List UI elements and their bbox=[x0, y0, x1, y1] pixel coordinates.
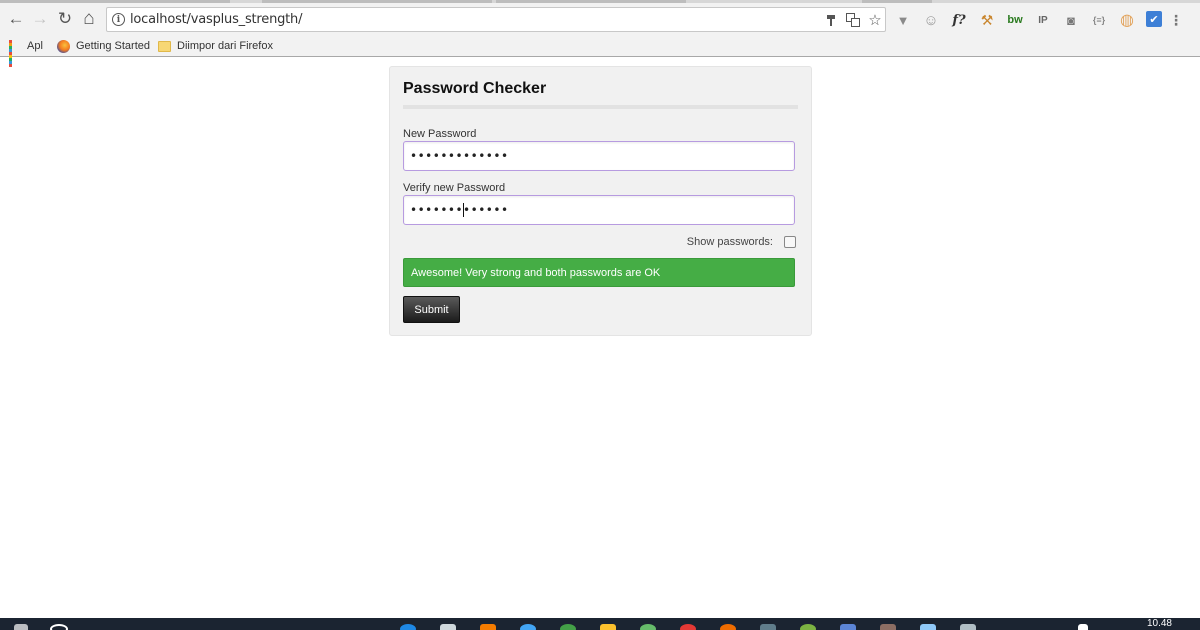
file-explorer-icon[interactable] bbox=[600, 624, 616, 630]
os-taskbar: 10.48 bbox=[0, 618, 1200, 630]
font-icon[interactable]: f? bbox=[950, 11, 968, 29]
app-gray-icon[interactable] bbox=[760, 624, 776, 630]
back-arrow-icon: ← bbox=[7, 9, 25, 28]
verify-password-field[interactable]: ••••••••••••• bbox=[403, 195, 795, 225]
start-icon[interactable] bbox=[14, 624, 28, 630]
new-password-value: ••••••••••••• bbox=[410, 149, 509, 163]
password-checker-panel: Password Checker New Password ••••••••••… bbox=[389, 66, 812, 336]
folder-icon bbox=[158, 40, 171, 52]
notification-icon[interactable] bbox=[1078, 624, 1088, 630]
bookmark-getting-started[interactable]: Getting Started bbox=[57, 38, 150, 54]
taskbar-clock[interactable]: 10.48 bbox=[1147, 618, 1172, 630]
verify-password-label: Verify new Password bbox=[403, 182, 506, 194]
back-button[interactable]: ← bbox=[5, 8, 27, 30]
bookmark-apps[interactable]: Apl bbox=[9, 38, 43, 67]
home-button[interactable]: ⌂ bbox=[78, 8, 100, 30]
submit-button[interactable]: Submit bbox=[403, 296, 460, 323]
menu-icon[interactable]: ⋮ bbox=[1169, 11, 1183, 29]
key-icon[interactable] bbox=[823, 12, 839, 28]
page-title: Password Checker bbox=[403, 80, 547, 97]
camera-icon[interactable]: ◙ bbox=[1062, 11, 1080, 29]
apps-grid-icon bbox=[9, 40, 21, 67]
hammer-icon[interactable]: ⚒ bbox=[978, 11, 996, 29]
edge-icon[interactable] bbox=[400, 624, 416, 630]
app-blue-icon[interactable] bbox=[520, 624, 536, 630]
app-whatsapp-icon[interactable] bbox=[640, 624, 656, 630]
star-icon[interactable]: ☆ bbox=[867, 12, 883, 29]
bookmark-folder-firefox[interactable]: Diimpor dari Firefox bbox=[158, 38, 273, 54]
browser-toolbar: ← → ↻ ⌂ i localhost/vasplus_strength/ ☆ … bbox=[0, 3, 1200, 35]
bookmark-label: Getting Started bbox=[76, 40, 150, 52]
show-passwords-label: Show passwords: bbox=[686, 236, 773, 248]
verify-password-value: ••••••••••••• bbox=[410, 203, 509, 217]
chrome-icon[interactable] bbox=[680, 624, 696, 630]
new-password-field[interactable]: ••••••••••••• bbox=[403, 141, 795, 171]
text-caret bbox=[463, 203, 464, 217]
app-window-icon[interactable] bbox=[960, 624, 976, 630]
url-text[interactable]: localhost/vasplus_strength/ bbox=[130, 12, 302, 27]
new-password-label: New Password bbox=[403, 128, 477, 140]
forward-button[interactable]: → bbox=[29, 8, 51, 30]
app-brown-icon[interactable] bbox=[880, 624, 896, 630]
app-blue-square-icon[interactable] bbox=[840, 624, 856, 630]
app-orange-icon[interactable] bbox=[480, 624, 496, 630]
smiley-icon[interactable]: ☺ bbox=[922, 11, 940, 29]
translate-icon[interactable] bbox=[845, 12, 861, 28]
vue-devtools-icon[interactable]: ▼ bbox=[894, 11, 912, 29]
address-bar[interactable]: i localhost/vasplus_strength/ ☆ bbox=[106, 7, 886, 32]
store-icon[interactable] bbox=[440, 624, 456, 630]
firefox-taskbar-icon[interactable] bbox=[720, 624, 736, 630]
bookmark-label: Apl bbox=[27, 40, 43, 52]
app-light-icon[interactable] bbox=[920, 624, 936, 630]
show-passwords-checkbox[interactable] bbox=[784, 236, 796, 248]
bookmark-label: Diimpor dari Firefox bbox=[177, 40, 273, 52]
json-icon[interactable]: {≡} bbox=[1090, 11, 1108, 29]
cookie-icon[interactable]: ◍ bbox=[1118, 11, 1136, 29]
reload-button[interactable]: ↻ bbox=[54, 8, 76, 30]
password-status-message: Awesome! Very strong and both passwords … bbox=[403, 258, 795, 287]
ip-icon[interactable]: IP bbox=[1034, 11, 1052, 29]
title-divider bbox=[403, 105, 798, 109]
app-lime-icon[interactable] bbox=[800, 624, 816, 630]
reload-icon: ↻ bbox=[57, 9, 73, 28]
home-icon: ⌂ bbox=[83, 8, 95, 29]
search-icon[interactable] bbox=[50, 624, 68, 630]
firefox-icon bbox=[57, 39, 70, 53]
site-info-icon[interactable]: i bbox=[112, 13, 125, 26]
bookmarks-bar: Apl Getting Started Diimpor dari Firefox bbox=[0, 35, 1200, 67]
forward-arrow-icon: → bbox=[31, 9, 49, 28]
check-extension-icon[interactable]: ✔ bbox=[1146, 11, 1162, 27]
app-green-icon[interactable] bbox=[560, 624, 576, 630]
builtwith-icon[interactable]: bw bbox=[1006, 11, 1024, 29]
